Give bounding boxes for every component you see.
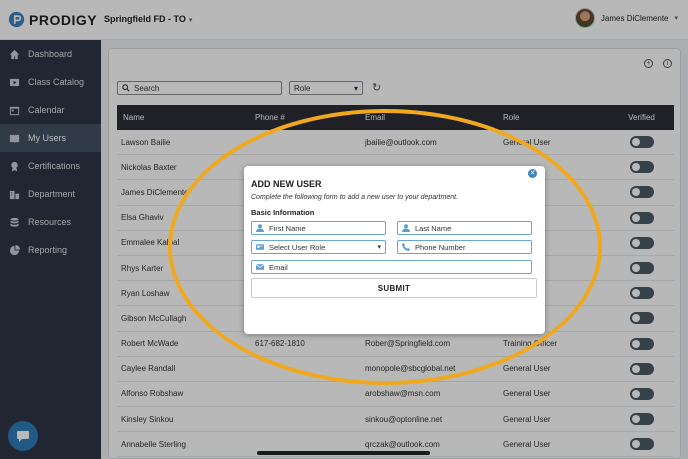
email-field[interactable]: Email bbox=[251, 260, 532, 274]
phone-icon bbox=[402, 243, 410, 251]
person-icon bbox=[402, 224, 410, 232]
user-role-placeholder: Select User Role bbox=[269, 242, 326, 252]
modal-title: ADD NEW USER bbox=[251, 179, 322, 189]
section-heading: Basic Information bbox=[251, 208, 315, 217]
person-icon bbox=[256, 224, 264, 232]
last-name-field[interactable]: Last Name bbox=[397, 221, 532, 235]
user-role-select[interactable]: Select User Role ▾ bbox=[251, 240, 386, 254]
envelope-icon bbox=[256, 264, 264, 270]
home-indicator bbox=[257, 451, 430, 455]
id-card-icon bbox=[256, 244, 264, 250]
chevron-down-icon: ▾ bbox=[377, 244, 381, 251]
close-icon[interactable]: ✕ bbox=[528, 169, 537, 178]
first-name-placeholder: First Name bbox=[269, 223, 306, 233]
add-user-modal: ✕ ADD NEW USER Complete the following fo… bbox=[244, 166, 545, 334]
submit-button[interactable]: SUBMIT bbox=[251, 278, 537, 298]
phone-number-placeholder: Phone Number bbox=[415, 242, 466, 252]
modal-description: Complete the following form to add a new… bbox=[251, 194, 458, 201]
phone-number-field[interactable]: Phone Number bbox=[397, 240, 532, 254]
last-name-placeholder: Last Name bbox=[415, 223, 452, 233]
email-placeholder: Email bbox=[269, 262, 288, 272]
first-name-field[interactable]: First Name bbox=[251, 221, 386, 235]
